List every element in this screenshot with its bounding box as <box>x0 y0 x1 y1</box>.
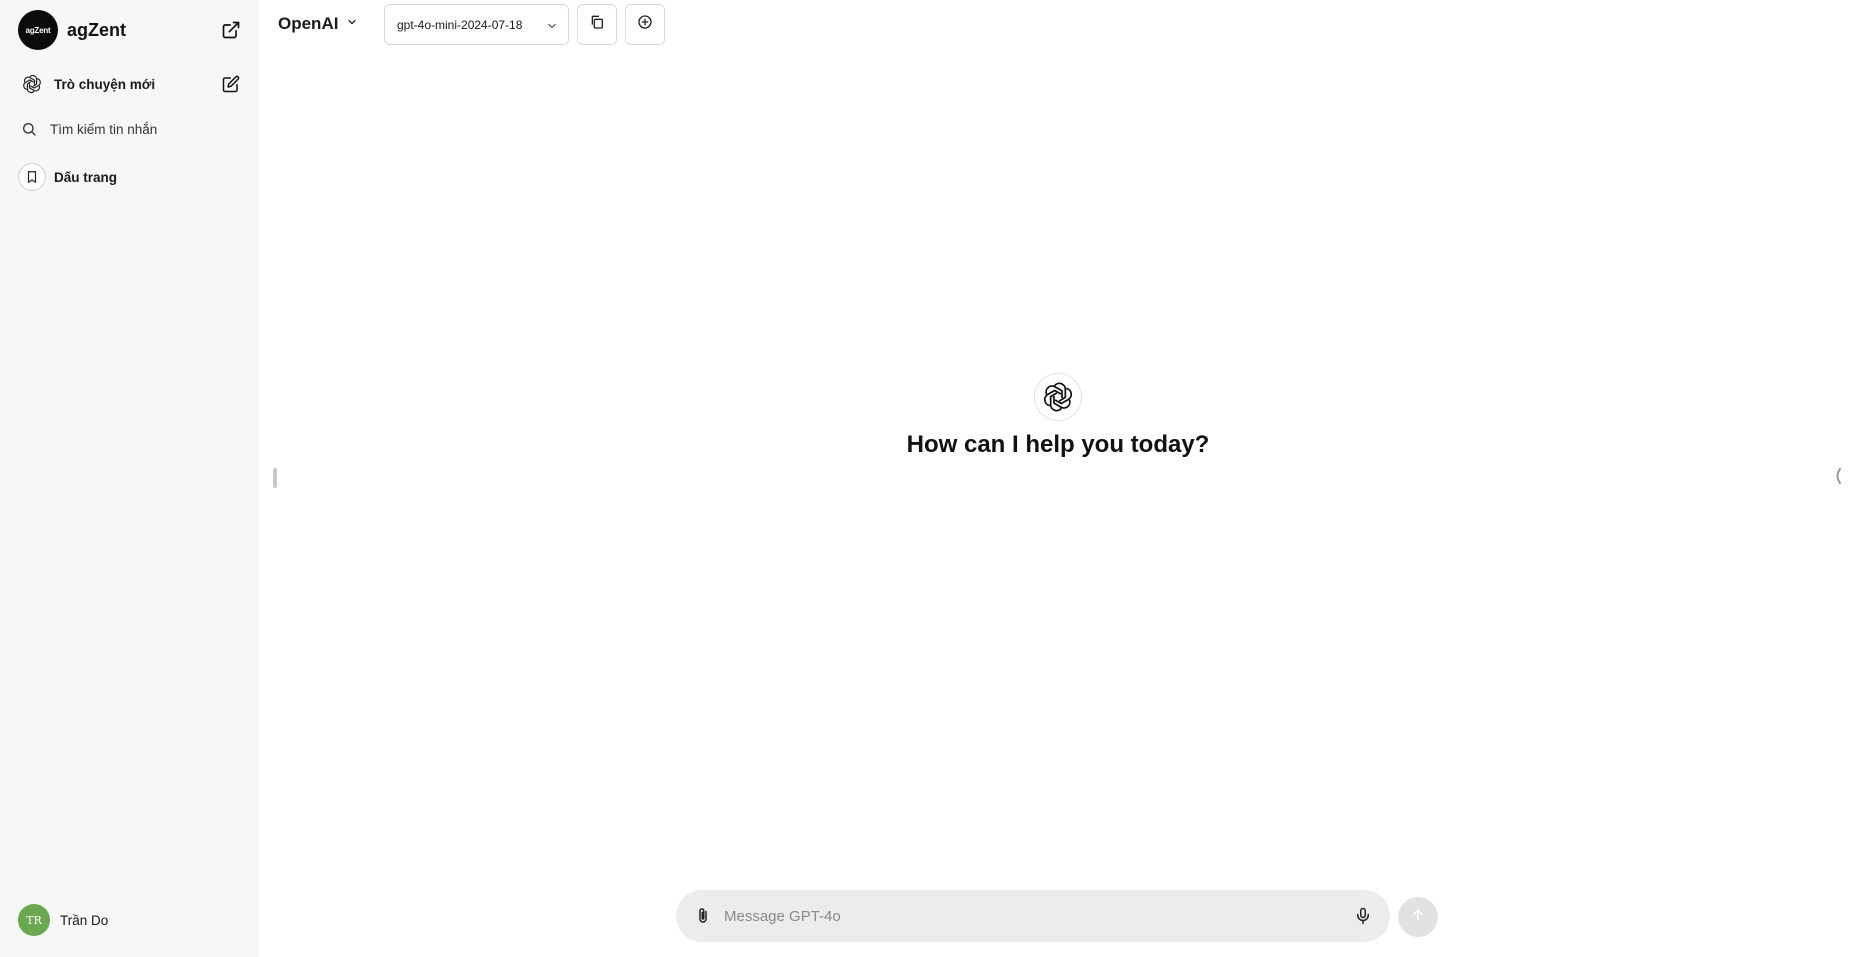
model-selector[interactable]: gpt-4o-mini-2024-07-18 <box>384 4 569 45</box>
message-composer <box>676 890 1390 942</box>
brand-logo[interactable]: agZent <box>18 10 58 50</box>
model-label: gpt-4o-mini-2024-07-18 <box>397 17 523 32</box>
chevron-down-icon <box>546 19 558 37</box>
provider-selector[interactable]: OpenAI <box>278 12 358 36</box>
welcome-hero: How can I help you today? <box>880 373 1236 459</box>
message-input[interactable] <box>724 902 1304 930</box>
microphone-icon[interactable] <box>1350 903 1376 929</box>
add-model-button[interactable] <box>625 4 665 45</box>
user-name: Trần Do <box>60 912 109 928</box>
brand-name: agZent <box>67 19 127 40</box>
new-chat-button[interactable]: Trò chuyện mới <box>18 68 242 100</box>
greeting-heading: How can I help you today? <box>906 431 1210 458</box>
bookmark-icon <box>18 163 46 191</box>
sidebar-resize-handle[interactable] <box>273 468 277 488</box>
send-button[interactable] <box>1398 897 1438 937</box>
external-link-icon[interactable] <box>220 19 242 41</box>
arrow-up-icon <box>1410 907 1426 928</box>
app-root: agZent agZent Trò chuyện mới Tìm kiếm ti… <box>0 0 1850 957</box>
copy-icon <box>589 14 605 35</box>
right-panel-toggle[interactable] <box>1833 467 1843 489</box>
chevron-left-icon <box>1834 467 1842 489</box>
search-icon <box>18 115 40 143</box>
search-messages-button[interactable]: Tìm kiếm tin nhắn <box>18 113 242 145</box>
openai-icon <box>1034 373 1082 421</box>
edit-icon[interactable] <box>220 73 242 95</box>
avatar: TR <box>18 904 50 936</box>
new-chat-label: Trò chuyện mới <box>54 76 156 92</box>
chevron-down-icon <box>346 15 358 33</box>
brand: agZent agZent <box>18 10 242 50</box>
openai-icon <box>18 70 46 98</box>
user-menu[interactable]: TR Trần Do <box>18 904 108 936</box>
bookmarks-label: Dấu trang <box>54 169 118 185</box>
provider-label: OpenAI <box>278 14 339 33</box>
copy-button[interactable] <box>577 4 617 45</box>
sidebar: agZent agZent Trò chuyện mới Tìm kiếm ti… <box>0 0 258 957</box>
paperclip-icon[interactable] <box>690 903 716 929</box>
search-messages-label: Tìm kiếm tin nhắn <box>50 121 158 137</box>
plus-circle-icon <box>637 14 653 35</box>
bookmarks-button[interactable]: Dấu trang <box>18 161 242 193</box>
